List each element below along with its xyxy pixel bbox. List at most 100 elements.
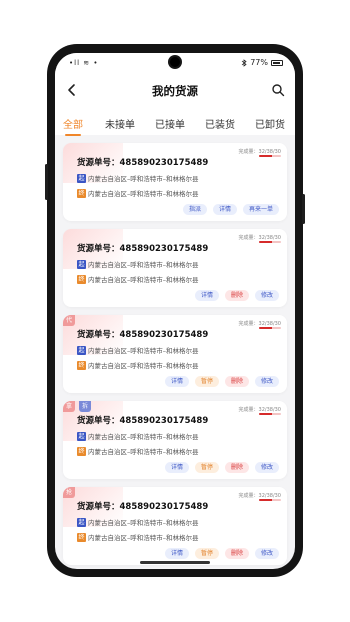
origin-tag: 起 [77,259,86,269]
details-button[interactable]: 详情 [194,290,219,301]
reorder-button[interactable]: 再来一单 [242,204,279,215]
destination-tag: 终 [77,532,86,542]
destination-address: 内蒙古自治区–呼和浩特市–和林格尔县 [88,534,199,542]
origin-tag: 起 [77,173,86,183]
origin-tag: 起 [77,431,86,441]
order-number: 货源单号：485890230175489 [77,242,208,254]
progress-label: 完成量：32/38/30 [238,321,281,327]
delete-button[interactable]: 删除 [224,462,249,473]
destination-tag: 终 [77,274,86,284]
order-label: 货源单号： [77,416,120,426]
destination-address: 内蒙古自治区–呼和浩特市–和林格尔县 [88,448,199,456]
delete-button[interactable]: 删除 [224,548,249,559]
route-origin: 起 内蒙古自治区–呼和浩特市–和林格尔县 [77,431,199,441]
phone-frame: •ll ≋ • 77% 我的货源 全部 未接单 已接单 已装货 已卸货 完成量：… [45,44,305,577]
route-destination: 终 内蒙古自治区–呼和浩特市–和林格尔县 [77,532,199,542]
progress-bar [259,327,281,329]
route-origin: 起 内蒙古自治区–呼和浩特市–和林格尔县 [77,173,199,183]
route-origin: 起 内蒙古自治区–呼和浩特市–和林格尔县 [77,345,199,355]
corner-badge: 抢 [63,487,76,498]
order-number: 货源单号：485890230175489 [77,500,208,512]
details-button[interactable]: 详情 [164,376,189,387]
status-right: 77% [241,58,283,67]
bluetooth-icon [241,58,247,67]
home-indicator [140,561,210,564]
route-destination: 终 内蒙古自治区–呼和浩特市–和林格尔县 [77,274,199,284]
order-label: 货源单号： [77,330,120,340]
details-button[interactable]: 详情 [164,548,189,559]
cargo-card[interactable]: 代 完成量：32/38/30 货源单号：485890230175489 起 内蒙… [63,315,287,393]
progress-label: 完成量：32/38/30 [238,235,281,241]
edit-button[interactable]: 修改 [254,290,279,301]
destination-tag: 终 [77,360,86,370]
corner-badge-secondary: 拆 [79,401,92,412]
edit-button[interactable]: 修改 [254,548,279,559]
route-origin: 起 内蒙古自治区–呼和浩特市–和林格尔县 [77,517,199,527]
progress-label: 完成量：32/38/30 [238,149,281,155]
details-button[interactable]: 详情 [212,204,237,215]
order-label: 货源单号： [77,244,120,254]
card-actions: 指派 详情 再来一单 [182,204,279,215]
card-actions: 详情 暂停 删除 修改 [164,376,279,387]
progress-bar [259,155,281,157]
card-actions: 详情 删除 修改 [194,290,279,301]
origin-tag: 起 [77,517,86,527]
front-camera [170,57,180,67]
volume-button [45,164,48,200]
route-destination: 终 内蒙古自治区–呼和浩特市–和林格尔县 [77,446,199,456]
power-button [302,194,305,224]
header: 我的货源 [55,73,295,109]
destination-address: 内蒙古自治区–呼和浩特市–和林格尔县 [88,362,199,370]
order-value: 485890230175489 [119,244,209,254]
order-value: 485890230175489 [119,502,209,512]
order-number: 货源单号：485890230175489 [77,156,208,168]
pause-button[interactable]: 暂停 [194,548,219,559]
cargo-list: 完成量：32/38/30 货源单号：485890230175489 起 内蒙古自… [55,135,295,569]
progress-label: 完成量：32/38/30 [238,493,281,499]
tab-accepted[interactable]: 已接单 [155,116,185,131]
assign-button[interactable]: 指派 [182,204,207,215]
pause-button[interactable]: 暂停 [194,376,219,387]
progress-bar [259,241,281,243]
origin-address: 内蒙古自治区–呼和浩特市–和林格尔县 [88,519,199,527]
tab-all[interactable]: 全部 [63,116,83,136]
route-destination: 终 内蒙古自治区–呼和浩特市–和林格尔县 [77,360,199,370]
pause-button[interactable]: 暂停 [194,462,219,473]
card-actions: 详情 暂停 删除 修改 [164,548,279,559]
progress-bar [259,499,281,501]
delete-button[interactable]: 删除 [224,290,249,301]
battery-icon [271,59,283,66]
order-label: 货源单号： [77,502,120,512]
tab-unloaded[interactable]: 已卸货 [255,116,285,131]
progress-label: 完成量：32/38/30 [238,407,281,413]
order-number: 货源单号：485890230175489 [77,414,208,426]
search-icon[interactable] [271,83,285,97]
cargo-card[interactable]: 完成量：32/38/30 货源单号：485890230175489 起 内蒙古自… [63,229,287,307]
cargo-card[interactable]: 抢 完成量：32/38/30 货源单号：485890230175489 起 内蒙… [63,487,287,565]
order-label: 货源单号： [77,158,120,168]
destination-address: 内蒙古自治区–呼和浩特市–和林格尔县 [88,190,199,198]
status-tabs: 全部 未接单 已接单 已装货 已卸货 [55,109,295,136]
tab-loaded[interactable]: 已装货 [205,116,235,131]
order-value: 485890230175489 [119,158,209,168]
corner-badge: 拿 [63,401,76,412]
cargo-card[interactable]: 完成量：32/38/30 货源单号：485890230175489 起 内蒙古自… [63,143,287,221]
destination-tag: 终 [77,188,86,198]
tab-not-accepted[interactable]: 未接单 [105,116,135,131]
progress-bar [259,413,281,415]
destination-address: 内蒙古自治区–呼和浩特市–和林格尔县 [88,276,199,284]
edit-button[interactable]: 修改 [254,376,279,387]
origin-tag: 起 [77,345,86,355]
delete-button[interactable]: 删除 [224,376,249,387]
edit-button[interactable]: 修改 [254,462,279,473]
battery-percent: 77% [250,58,268,67]
origin-address: 内蒙古自治区–呼和浩特市–和林格尔县 [88,261,199,269]
cargo-card[interactable]: 拿 拆 完成量：32/38/30 货源单号：485890230175489 起 … [63,401,287,479]
order-value: 485890230175489 [119,330,209,340]
corner-badge: 代 [63,315,76,326]
details-button[interactable]: 详情 [164,462,189,473]
destination-tag: 终 [77,446,86,456]
route-destination: 终 内蒙古自治区–呼和浩特市–和林格尔县 [77,188,199,198]
order-number: 货源单号：485890230175489 [77,328,208,340]
route-origin: 起 内蒙古自治区–呼和浩特市–和林格尔县 [77,259,199,269]
